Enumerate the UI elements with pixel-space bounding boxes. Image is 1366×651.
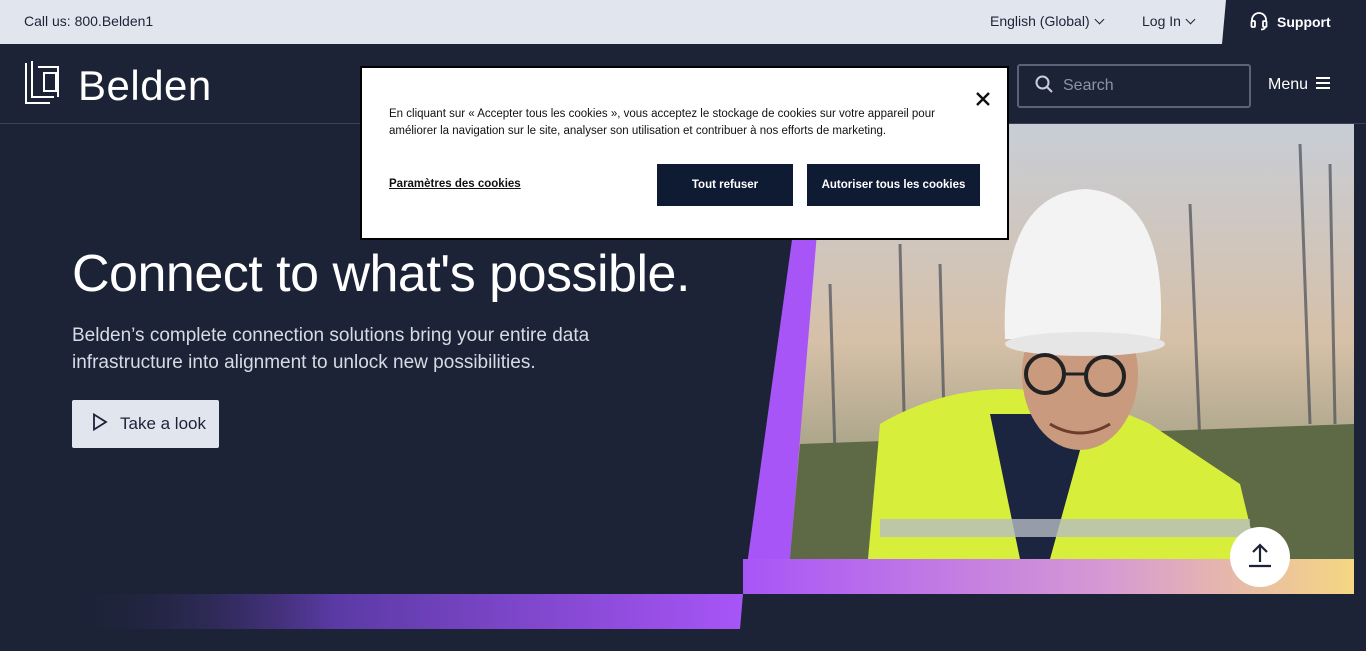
hero-subtext: Belden’s complete connection solutions b… <box>72 325 590 373</box>
cta-label: Take a look <box>120 414 206 433</box>
support-label: Support <box>1277 14 1331 30</box>
menu-button[interactable]: Menu <box>1268 76 1331 94</box>
utility-bar: Call us: 800.Belden1 English (Global) Lo… <box>0 0 1366 44</box>
close-icon[interactable] <box>972 88 994 110</box>
accept-all-cookies-button[interactable]: Autoriser tous les cookies <box>807 164 980 206</box>
search-icon <box>1035 75 1053 98</box>
headset-icon <box>1249 11 1269 34</box>
take-a-look-button[interactable]: Take a look <box>72 400 219 448</box>
language-label: English (Global) <box>990 13 1090 29</box>
cookie-notice-text: En cliquant sur « Accepter tous les cook… <box>389 108 935 137</box>
arrow-up-icon <box>1248 542 1272 573</box>
menu-label: Menu <box>1268 76 1309 93</box>
login-label: Log In <box>1142 13 1181 29</box>
belden-logo-icon <box>24 59 64 112</box>
reject-all-button[interactable]: Tout refuser <box>657 164 793 206</box>
search-box[interactable] <box>1017 64 1251 108</box>
cookie-settings-link[interactable]: Paramètres des cookies <box>389 178 521 190</box>
hero-headline: Connect to what's possible. <box>72 245 690 303</box>
cookie-consent-banner: En cliquant sur « Accepter tous les cook… <box>360 66 1009 240</box>
chevron-down-icon <box>1094 14 1105 24</box>
belden-logo[interactable]: Belden <box>24 59 212 112</box>
search-input[interactable] <box>1063 77 1233 95</box>
chevron-down-icon <box>1185 14 1196 24</box>
logo-wordmark: Belden <box>78 61 212 109</box>
support-button[interactable]: Support <box>1222 0 1366 44</box>
scroll-to-top-button[interactable] <box>1230 527 1290 587</box>
call-us-text[interactable]: Call us: 800.Belden1 <box>24 13 153 29</box>
hamburger-icon <box>1316 76 1331 94</box>
login-dropdown[interactable]: Log In <box>1142 13 1196 29</box>
play-icon <box>92 412 108 436</box>
language-selector[interactable]: English (Global) <box>990 13 1105 29</box>
